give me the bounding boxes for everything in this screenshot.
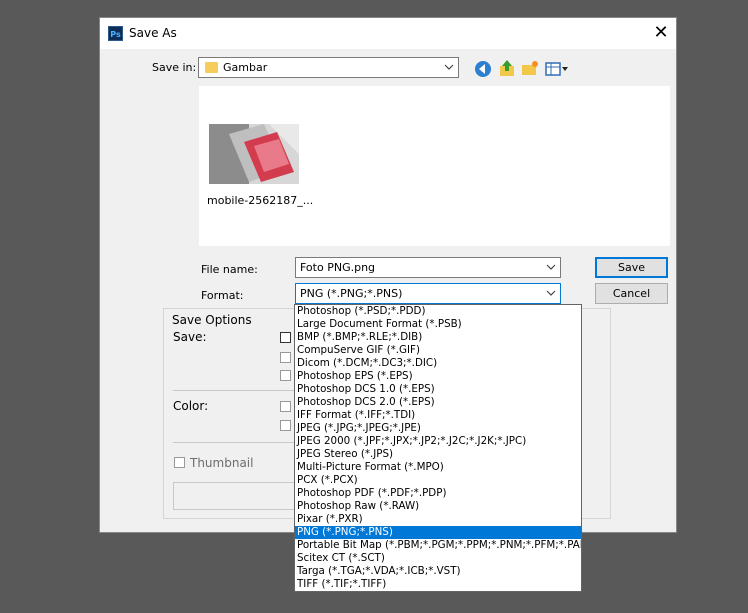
save-in-value: Gambar <box>223 61 268 74</box>
save-button[interactable]: Save <box>595 257 668 278</box>
format-option[interactable]: Scitex CT (*.SCT) <box>295 552 581 565</box>
chevron-down-icon <box>444 64 454 70</box>
format-option[interactable]: Photoshop DCS 1.0 (*.EPS) <box>295 383 581 396</box>
format-option[interactable]: Pixar (*.PXR) <box>295 513 581 526</box>
title-bar: Ps Save As ✕ <box>100 18 676 49</box>
format-option[interactable]: Portable Bit Map (*.PBM;*.PGM;*.PPM;*.PN… <box>295 539 581 552</box>
format-value: PNG (*.PNG;*.PNS) <box>300 287 403 300</box>
window-title: Save As <box>129 26 177 40</box>
file-name-input[interactable]: Foto PNG.png <box>295 257 561 278</box>
thumbnail-checkbox[interactable] <box>174 457 185 468</box>
file-thumbnail[interactable] <box>209 124 299 184</box>
format-option[interactable]: Photoshop EPS (*.EPS) <box>295 370 581 383</box>
divider <box>173 442 295 443</box>
format-option[interactable]: BMP (*.BMP;*.RLE;*.DIB) <box>295 331 581 344</box>
save-option-checkbox[interactable] <box>280 370 291 381</box>
format-option[interactable]: PNG (*.PNG;*.PNS) <box>295 526 581 539</box>
folder-icon <box>205 62 218 73</box>
format-option[interactable]: Dicom (*.DCM;*.DC3;*.DIC) <box>295 357 581 370</box>
format-option[interactable]: Photoshop PDF (*.PDF;*.PDP) <box>295 487 581 500</box>
format-option[interactable]: JPEG 2000 (*.JPF;*.JPX;*.JP2;*.J2C;*.J2K… <box>295 435 581 448</box>
phone-image-thumbnail <box>209 124 299 184</box>
format-option[interactable]: PCX (*.PCX) <box>295 474 581 487</box>
save-in-dropdown[interactable]: Gambar <box>198 57 459 78</box>
save-option-checkbox[interactable] <box>280 352 291 363</box>
cancel-button[interactable]: Cancel <box>595 283 668 304</box>
color-option-checkbox[interactable] <box>280 420 291 431</box>
new-folder-icon[interactable] <box>520 59 540 79</box>
divider <box>173 390 295 391</box>
thumbnail-label: Thumbnail <box>190 456 254 470</box>
format-option[interactable]: Targa (*.TGA;*.VDA;*.ICB;*.VST) <box>295 565 581 578</box>
format-option[interactable]: Photoshop DCS 2.0 (*.EPS) <box>295 396 581 409</box>
color-option-checkbox[interactable] <box>280 401 291 412</box>
format-option[interactable]: Large Document Format (*.PSB) <box>295 318 581 331</box>
format-option[interactable]: JPEG Stereo (*.JPS) <box>295 448 581 461</box>
format-option[interactable]: Photoshop (*.PSD;*.PDD) <box>295 305 581 318</box>
view-menu-icon[interactable] <box>544 59 570 79</box>
format-option[interactable]: JPEG (*.JPG;*.JPEG;*.JPE) <box>295 422 581 435</box>
format-option[interactable]: IFF Format (*.IFF;*.TDI) <box>295 409 581 422</box>
up-folder-icon[interactable] <box>497 59 517 79</box>
thumbnail-filename: mobile-2562187_... <box>207 194 314 207</box>
format-option[interactable]: Photoshop Raw (*.RAW) <box>295 500 581 513</box>
file-list-pane: mobile-2562187_... <box>199 86 670 246</box>
photoshop-app-icon: Ps <box>108 26 123 41</box>
chevron-down-icon <box>546 264 556 270</box>
back-icon[interactable] <box>473 59 493 79</box>
format-option[interactable]: CompuServe GIF (*.GIF) <box>295 344 581 357</box>
color-label: Color: <box>173 399 209 413</box>
format-label: Format: <box>201 289 244 302</box>
format-option[interactable]: Multi-Picture Format (*.MPO) <box>295 461 581 474</box>
save-option-checkbox[interactable] <box>280 332 291 343</box>
chevron-down-icon <box>546 290 556 296</box>
save-label: Save: <box>173 330 207 344</box>
warning-box <box>173 482 295 510</box>
format-dropdown-list[interactable]: Photoshop (*.PSD;*.PDD) Large Document Fo… <box>294 304 582 592</box>
close-icon[interactable]: ✕ <box>650 22 672 44</box>
format-dropdown[interactable]: PNG (*.PNG;*.PNS) <box>295 283 561 304</box>
save-in-label: Save in: <box>152 61 197 74</box>
file-name-label: File name: <box>201 263 258 276</box>
desktop-background: { "window": {"title": "Save As", "app_ic… <box>0 0 748 613</box>
file-name-value: Foto PNG.png <box>300 261 376 274</box>
save-options-legend: Save Options <box>170 313 254 327</box>
format-option[interactable]: TIFF (*.TIF;*.TIFF) <box>295 578 581 591</box>
